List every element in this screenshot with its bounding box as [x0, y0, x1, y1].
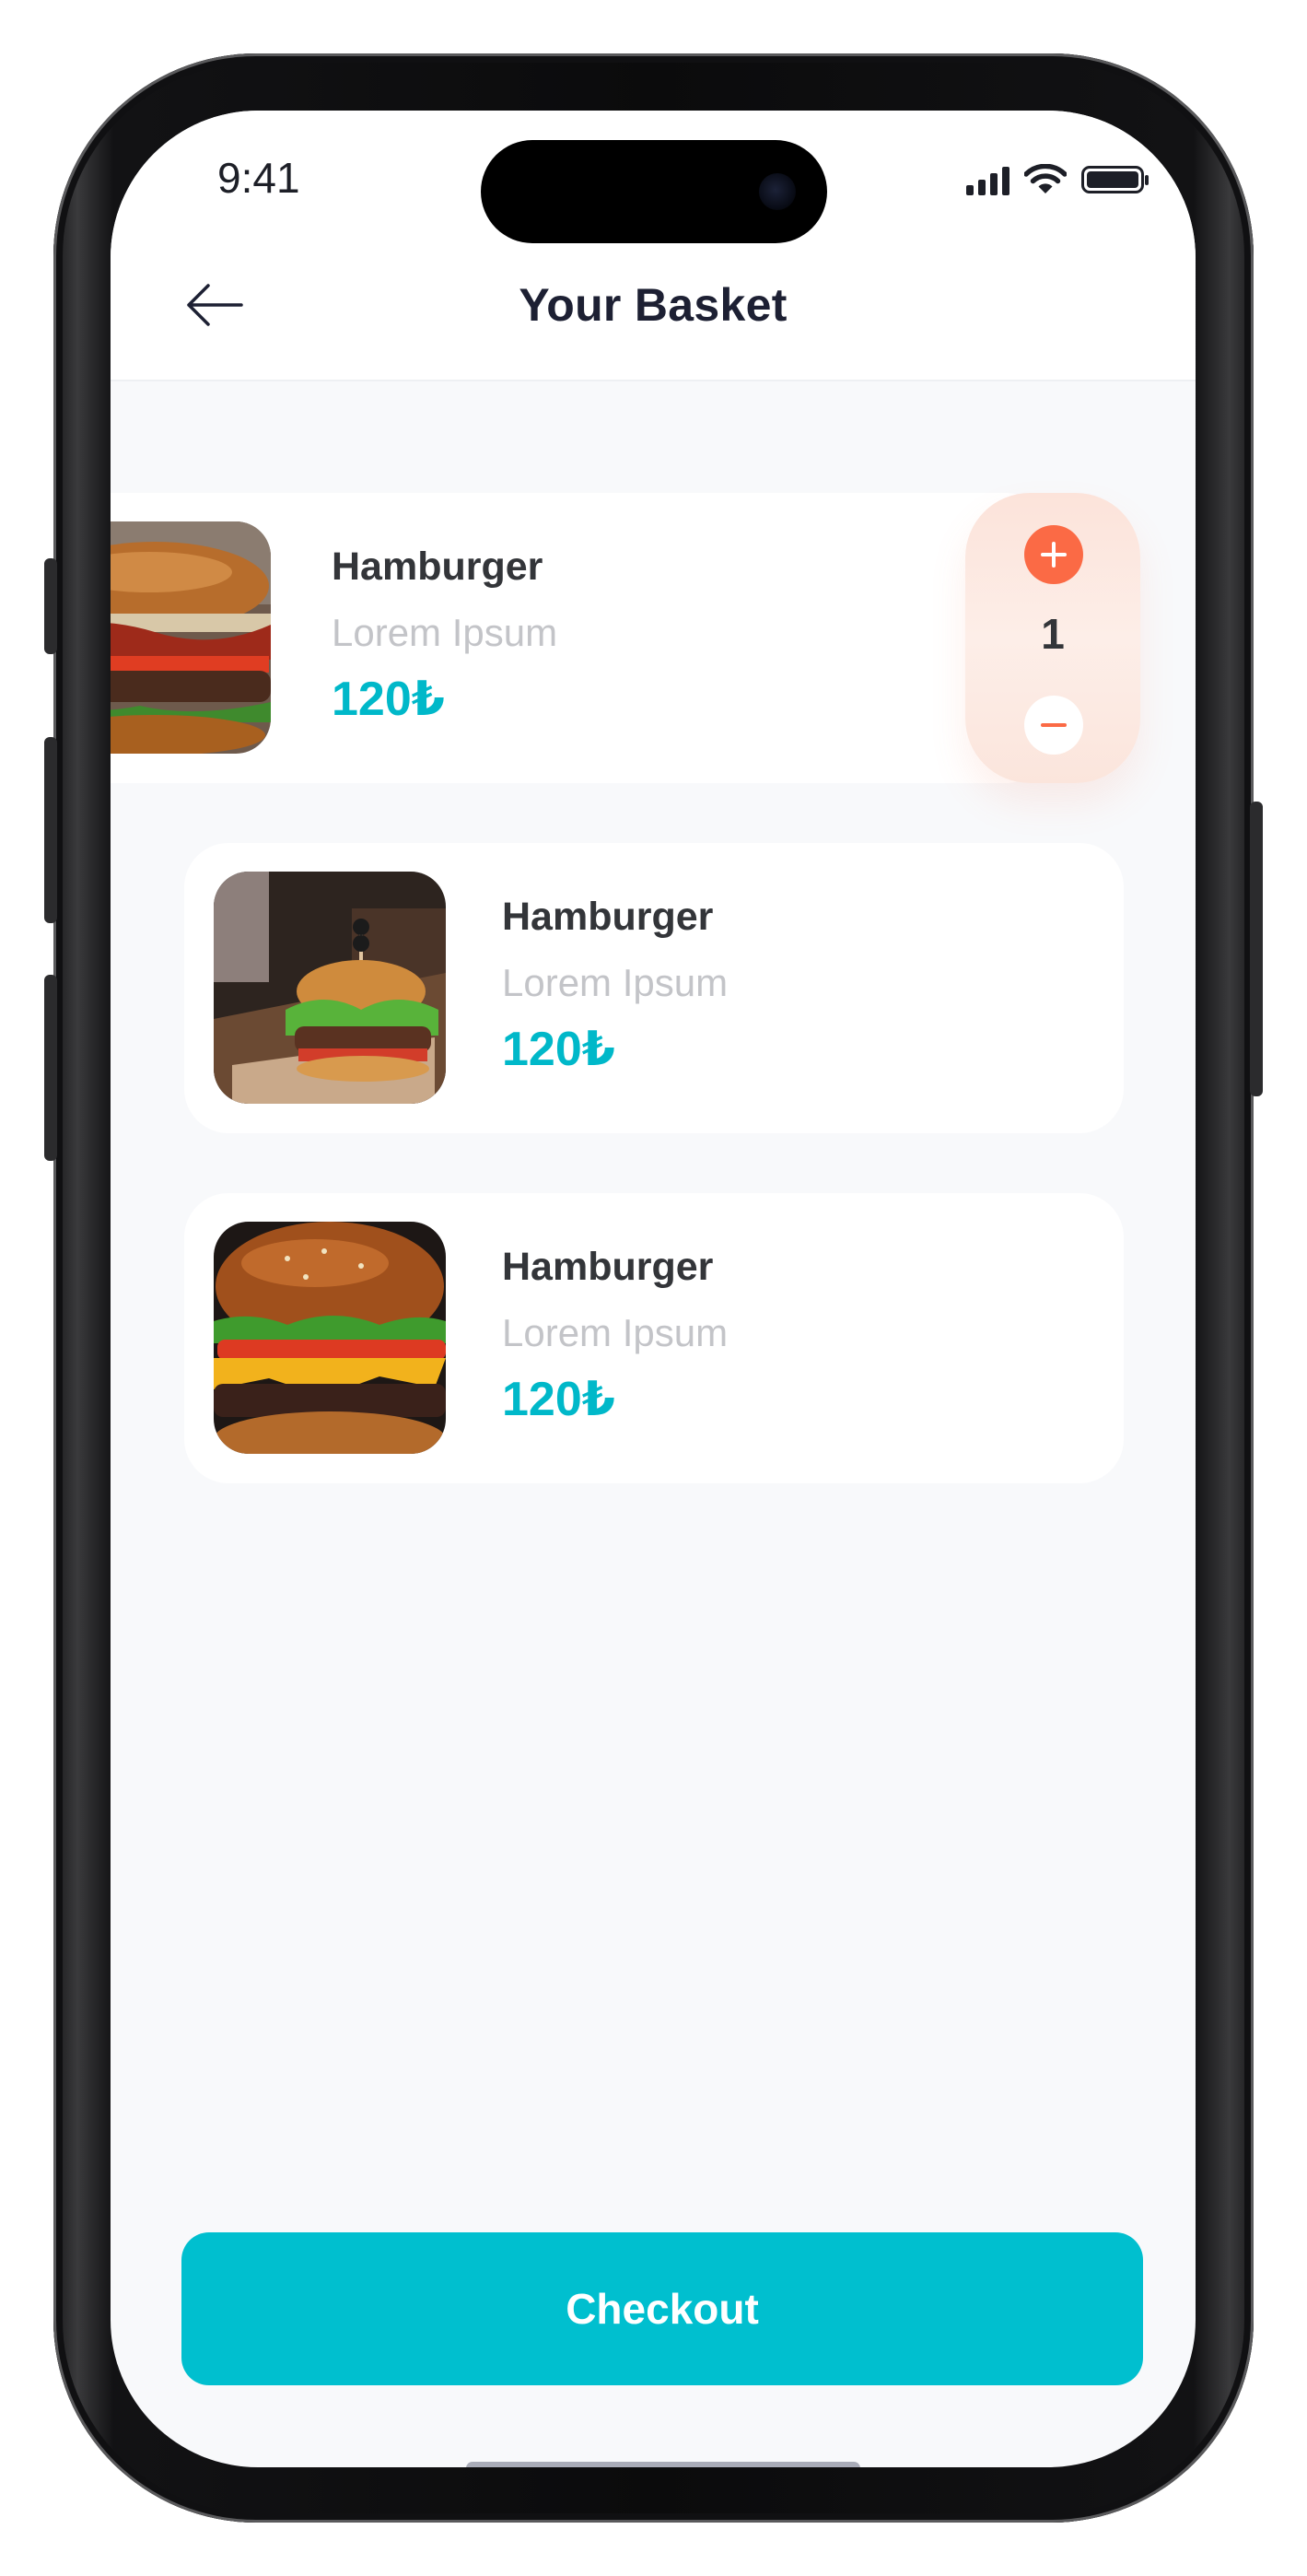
- quantity-value: 1: [1041, 610, 1065, 658]
- decrease-quantity-button[interactable]: [1024, 696, 1083, 755]
- status-time: 9:41: [217, 154, 300, 202]
- mute-switch: [44, 558, 57, 654]
- burger-image: [111, 521, 271, 754]
- burger-image: [214, 872, 446, 1104]
- battery-icon: [1081, 166, 1149, 193]
- volume-down-button: [44, 975, 57, 1161]
- item-name: Hamburger: [332, 544, 543, 589]
- cellular-signal-icon: [966, 164, 1009, 195]
- item-price: 120₺: [502, 1373, 615, 1426]
- checkout-button[interactable]: Checkout: [181, 2232, 1143, 2385]
- item-description: Lorem Ipsum: [502, 961, 729, 1004]
- item-description: Lorem Ipsum: [332, 611, 558, 654]
- basket-item[interactable]: Hamburger Lorem Ipsum 120₺: [184, 843, 1124, 1133]
- basket-item[interactable]: Hamburger Lorem Ipsum 120₺: [111, 493, 1050, 783]
- item-description: Lorem Ipsum: [502, 1311, 729, 1354]
- item-name: Hamburger: [502, 895, 714, 939]
- dynamic-island: [481, 140, 827, 243]
- item-price: 120₺: [332, 673, 445, 726]
- item-price: 120₺: [502, 1023, 615, 1076]
- power-button: [1250, 802, 1263, 1096]
- volume-up-button: [44, 737, 57, 923]
- basket-item[interactable]: Hamburger Lorem Ipsum 120₺: [184, 1193, 1124, 1483]
- app-screen: 9:41 Your Basket Hamburger Lorem Ipsum 1…: [111, 111, 1196, 2467]
- wifi-icon: [1024, 164, 1067, 193]
- item-name: Hamburger: [502, 1245, 714, 1289]
- increase-quantity-button[interactable]: [1024, 525, 1083, 584]
- page-title: Your Basket: [519, 279, 788, 331]
- home-indicator: [466, 2462, 860, 2467]
- header-bar: 9:41 Your Basket: [111, 111, 1196, 381]
- quantity-stepper[interactable]: 1: [965, 493, 1140, 783]
- status-icons: [966, 164, 1149, 195]
- front-camera: [759, 173, 796, 210]
- burger-image: [214, 1222, 446, 1454]
